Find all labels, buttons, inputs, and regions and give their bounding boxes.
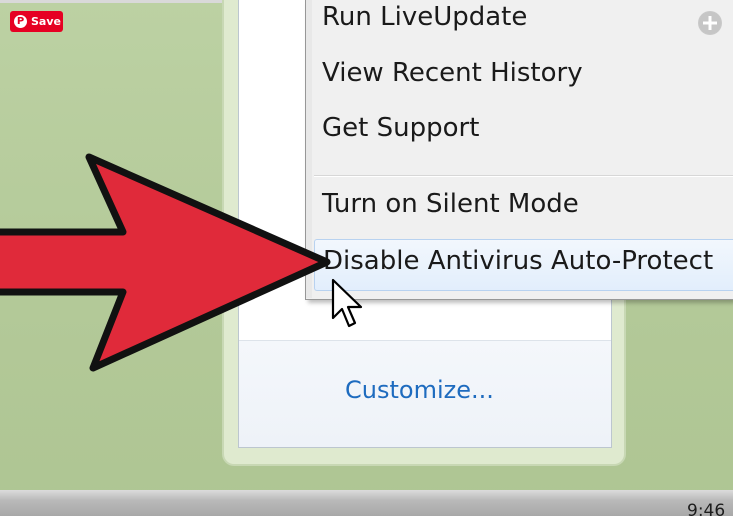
menu-item-label: Get Support — [322, 113, 480, 143]
menu-item-label: Run LiveUpdate — [322, 2, 528, 32]
menu-gutter — [306, 0, 312, 298]
pinterest-save-label: Save — [31, 15, 61, 28]
expand-plus-icon[interactable] — [698, 11, 722, 35]
pinterest-save-button[interactable]: P Save — [10, 11, 63, 32]
menu-item-label: Turn on Silent Mode — [322, 189, 579, 219]
menu-item-turn-on-silent-mode[interactable]: Turn on Silent Mode — [314, 183, 733, 235]
pinterest-logo-icon: P — [14, 15, 27, 28]
menu-separator — [314, 175, 733, 177]
mouse-cursor-icon — [331, 278, 363, 328]
taskbar — [0, 490, 733, 516]
context-menu: Run LiveUpdate View Recent History Get S… — [305, 0, 733, 300]
expand-plus-glyph — [699, 12, 721, 34]
taskbar-clock[interactable]: 9:46 — [687, 500, 733, 516]
menu-item-view-recent-history[interactable]: View Recent History — [314, 52, 733, 104]
menu-item-label: Disable Antivirus Auto-Protect — [323, 246, 714, 276]
menu-item-label: View Recent History — [322, 58, 583, 88]
menu-item-run-liveupdate[interactable]: Run LiveUpdate — [314, 0, 733, 48]
menu-item-disable-auto-protect[interactable]: Disable Antivirus Auto-Protect — [314, 239, 733, 291]
menu-item-get-support[interactable]: Get Support — [314, 107, 733, 159]
customize-link[interactable]: Customize... — [345, 376, 494, 404]
